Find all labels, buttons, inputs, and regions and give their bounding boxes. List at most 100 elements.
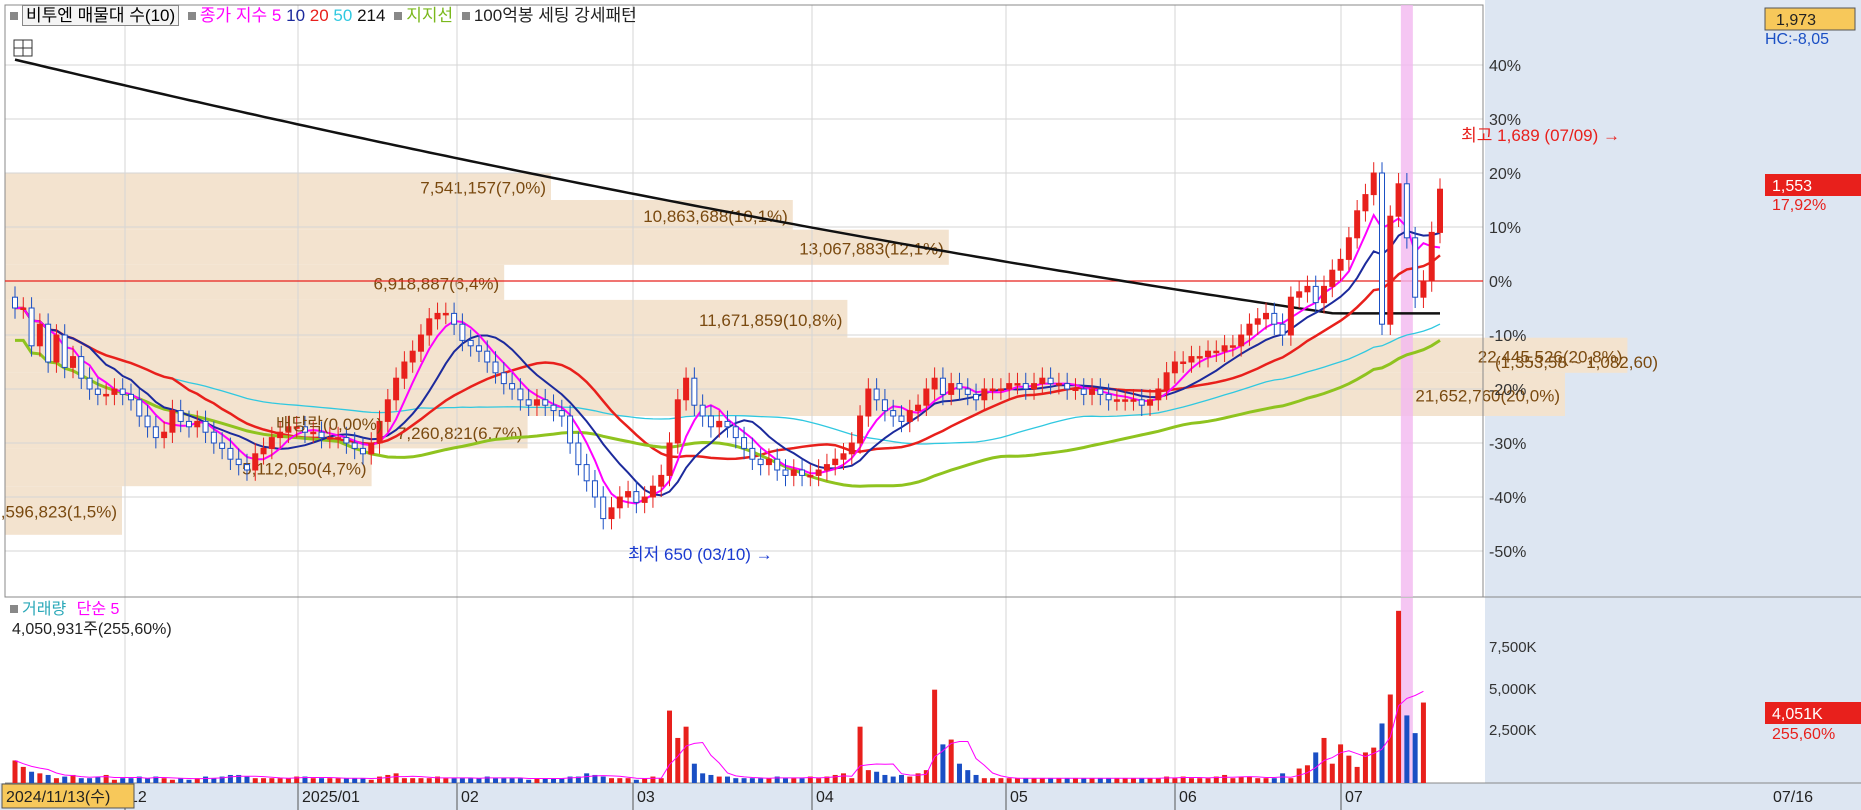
candle-body	[185, 420, 192, 428]
volume-profile-label: 6,918,887(6,4%)	[373, 274, 499, 293]
volume-bar	[78, 778, 84, 783]
y-tick-label: 40%	[1489, 58, 1521, 75]
ex-dividend-label: 배당락(0,00%)	[276, 415, 382, 434]
volume-bar	[667, 710, 673, 783]
candle-body	[53, 334, 60, 363]
hc-label: HC:-8,05	[1765, 31, 1829, 48]
volume-bar	[335, 778, 341, 783]
candle-body	[906, 410, 913, 422]
candle-body	[335, 437, 342, 440]
price-pct-label: 17,92%	[1772, 197, 1826, 214]
candle-body	[1039, 377, 1046, 385]
volume-bar	[1188, 778, 1194, 783]
y-tick-label: 0%	[1489, 274, 1512, 291]
volume-bar	[816, 778, 822, 783]
candle-body	[1080, 388, 1087, 395]
candle-body	[119, 388, 126, 395]
volume-bar	[1346, 755, 1352, 783]
volume-bar	[493, 778, 499, 783]
candle-body	[1113, 399, 1120, 402]
volume-bar	[459, 778, 465, 783]
volume-bar	[62, 776, 68, 783]
candle-body	[1055, 383, 1062, 386]
candle-body	[1155, 388, 1162, 401]
legend-marker-icon	[187, 12, 196, 21]
candle-body	[649, 485, 656, 498]
candle-body	[583, 464, 590, 482]
volume-bar	[401, 778, 407, 783]
candle-body	[368, 442, 375, 455]
candle-body	[1097, 388, 1104, 395]
candle-body	[600, 496, 607, 520]
candle-body	[881, 399, 888, 412]
candle-body	[832, 458, 839, 466]
candle-body	[177, 410, 184, 422]
candle-body	[268, 437, 275, 449]
legend-marker-icon	[394, 12, 403, 21]
candle-body	[78, 356, 85, 379]
candle-body	[848, 442, 855, 455]
volume-tick-label: 7,500K	[1489, 639, 1537, 656]
legend-ma-label: 종가 지수 5	[199, 6, 282, 25]
y-tick-label: -40%	[1489, 490, 1526, 507]
candle-body	[111, 388, 118, 395]
x-tick-label: 04	[816, 789, 834, 806]
volume-bar	[87, 778, 93, 783]
volume-bar	[526, 779, 532, 783]
volume-bar	[1089, 778, 1095, 783]
volume-bar	[1081, 778, 1087, 783]
high-annotation: 최고 1,689 (07/09) →	[1461, 126, 1620, 145]
volume-bar	[1271, 778, 1277, 783]
volume-bar	[907, 776, 913, 783]
volume-bar	[650, 776, 656, 783]
candle-body	[658, 474, 665, 487]
candle-body	[732, 426, 739, 439]
y-tick-label: 20%	[1489, 166, 1521, 183]
candle-body	[1345, 237, 1352, 260]
y-tick-label: -10%	[1489, 328, 1526, 345]
candle-body	[707, 415, 714, 428]
volume-bar	[1280, 773, 1286, 783]
candle-body	[359, 447, 366, 455]
candle-body	[807, 474, 814, 478]
volume-bar	[227, 774, 233, 783]
candle-body	[1428, 231, 1435, 282]
volume-bar	[1338, 744, 1344, 783]
volume-bar	[691, 763, 697, 783]
candle-body	[558, 410, 565, 417]
candle-body	[997, 388, 1004, 391]
candle-body	[202, 420, 209, 433]
candle-body	[757, 458, 764, 466]
candle-body	[1006, 383, 1013, 390]
candle-body	[1395, 183, 1402, 217]
volume-bar	[1097, 778, 1103, 783]
candle-body	[608, 507, 615, 520]
volume-bar	[53, 778, 59, 783]
volume-bar	[517, 778, 523, 783]
volume-bar	[584, 773, 590, 783]
volume-bar	[20, 766, 26, 783]
volume-bar	[368, 779, 374, 783]
highlight-band	[1400, 5, 1413, 597]
volume-bar	[882, 774, 888, 783]
candle-body	[69, 356, 76, 368]
candle-body	[12, 296, 18, 309]
volume-bar	[1155, 778, 1161, 783]
candle-body	[815, 469, 822, 476]
volume-bar	[37, 773, 43, 783]
candle-body	[973, 393, 980, 401]
candle-body	[61, 334, 68, 368]
volume-bar	[360, 778, 366, 783]
legend-title[interactable]: 비투엔 매물대 수(10)	[22, 5, 180, 26]
candle-body	[782, 469, 789, 476]
volume-bar	[178, 778, 184, 783]
candle-body	[948, 383, 955, 395]
volume-bar	[1106, 778, 1112, 783]
volume-bar	[476, 778, 482, 783]
volume-bar	[733, 778, 739, 783]
volume-bar	[1039, 778, 1045, 783]
volume-legend: 거래량 단순 5 4,050,931주(255,60%)	[6, 600, 172, 640]
candle-body	[683, 377, 690, 401]
volume-bar	[161, 778, 167, 783]
volume-bar	[327, 778, 333, 783]
